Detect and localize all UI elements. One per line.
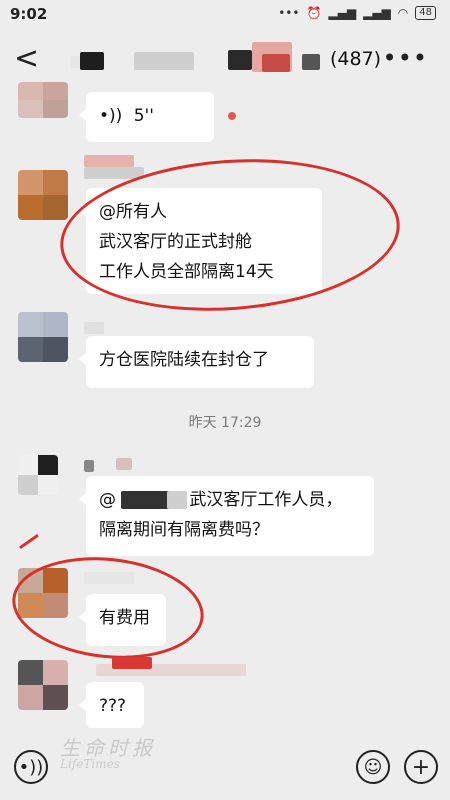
voice-duration: 5'': [133, 106, 154, 126]
timestamp: 昨天 17:29: [188, 415, 262, 431]
voice-icon: •)): [99, 106, 123, 126]
sender-name-redacted: [116, 458, 132, 470]
member-count: (487): [330, 48, 382, 70]
message-line: 隔离期间有隔离费吗？: [99, 520, 269, 540]
more-notifications-icon: •••: [278, 6, 300, 20]
avatar[interactable]: [18, 170, 68, 220]
message-bubble[interactable]: 方仓医院陆续在封仓了: [79, 336, 314, 388]
sender-name-redacted: [112, 657, 152, 669]
sender-name-redacted: [84, 460, 94, 472]
watermark-logo: 生命时报 LifeTimes: [60, 732, 156, 771]
status-icons: ••• ⏰ ▂▄▆ ▂▄▆ ◠ 48: [278, 6, 436, 20]
voice-input-icon[interactable]: •)): [14, 750, 48, 784]
message-text: 方仓医院陆续在封仓了: [99, 350, 269, 370]
message-bubble[interactable]: @ 武汉客厅工作人员， 隔离期间有隔离费吗？: [79, 476, 374, 556]
more-options-icon[interactable]: •••: [383, 44, 428, 72]
unplayed-dot: [228, 112, 236, 120]
message-text: ???: [99, 696, 127, 716]
sender-name-redacted: [84, 155, 134, 167]
signal-icon: ▂▄▆: [328, 6, 357, 20]
message-bubble[interactable]: ???: [79, 682, 144, 728]
back-icon[interactable]: <: [14, 42, 39, 76]
signal-icon-2: ▂▄▆: [363, 6, 391, 20]
chat-header: < (487) •••: [0, 30, 450, 90]
sender-name-redacted: [84, 322, 104, 334]
alarm-icon: ⏰: [306, 6, 322, 20]
status-bar: 9:02 ••• ⏰ ▂▄▆ ▂▄▆ ◠ 48: [0, 0, 450, 30]
avatar[interactable]: [18, 312, 68, 362]
status-time: 9:02: [10, 5, 48, 23]
avatar[interactable]: [18, 660, 68, 710]
red-annotation-stroke: [19, 533, 39, 550]
voice-message[interactable]: •)) 5'': [79, 92, 214, 142]
red-annotation-circle: [7, 548, 209, 668]
add-icon[interactable]: +: [404, 750, 438, 784]
avatar[interactable]: [18, 455, 58, 495]
battery-icon: 48: [415, 6, 436, 20]
avatar[interactable]: [18, 82, 68, 118]
wifi-icon: ◠: [397, 6, 409, 20]
emoji-icon[interactable]: ☺: [356, 750, 390, 784]
